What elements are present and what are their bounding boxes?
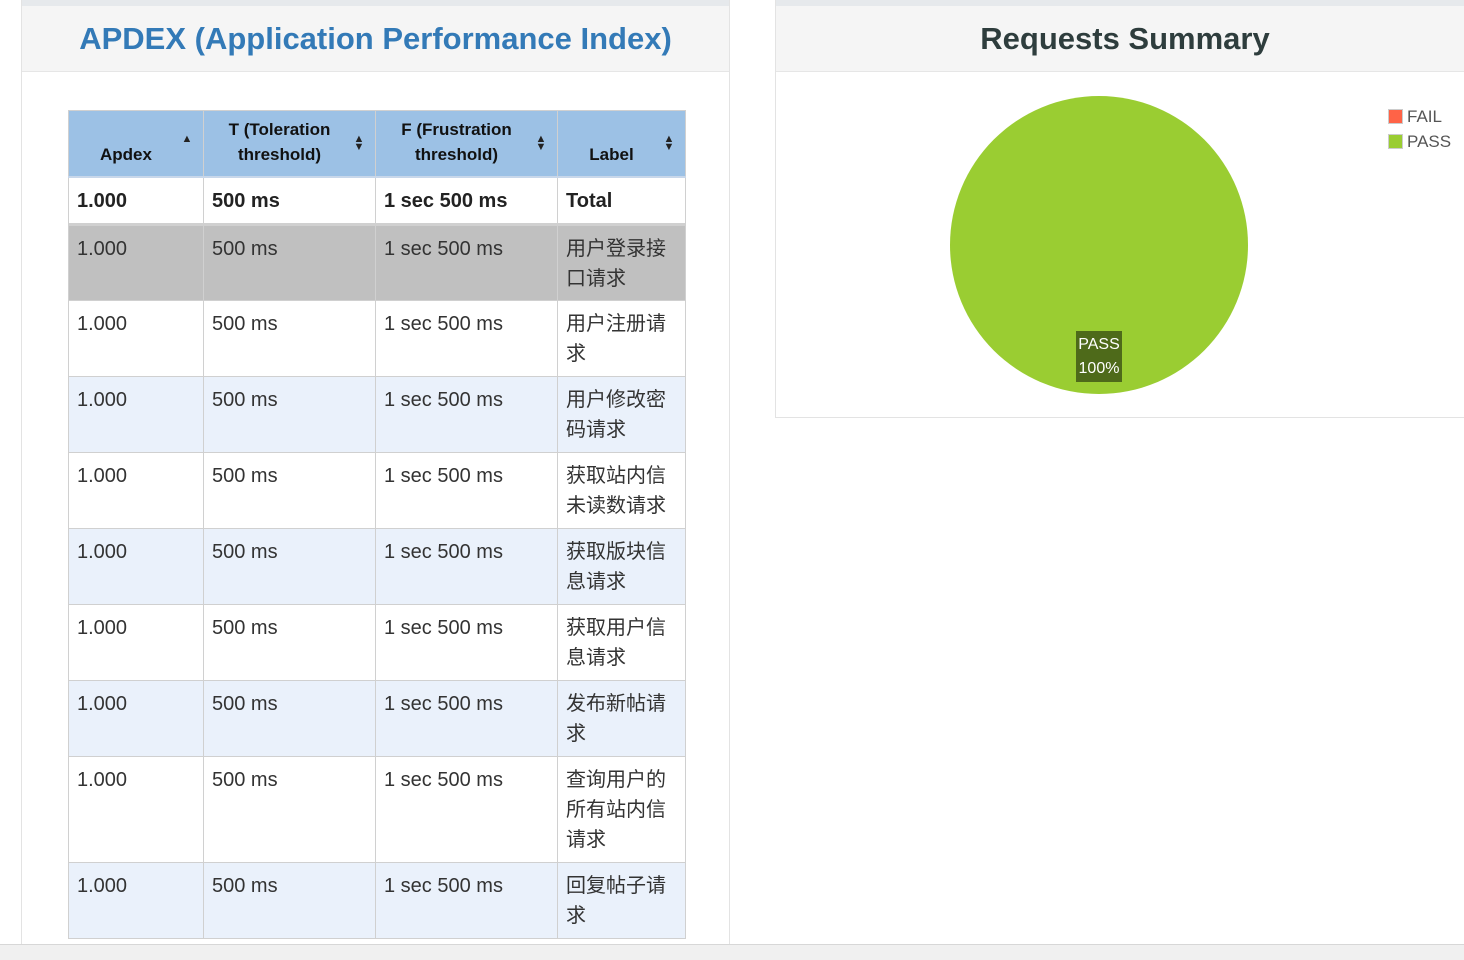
cell-label: 获取站内信未读数请求 — [557, 452, 686, 529]
pie-chart[interactable]: PASS 100% — [776, 72, 1464, 417]
horizontal-scrollbar[interactable] — [0, 944, 1464, 960]
apdex-panel-title[interactable]: APDEX (Application Performance Index) — [22, 6, 729, 72]
cell-toleration: 500 ms — [203, 224, 376, 301]
table-row[interactable]: 1.000 500 ms 1 sec 500 ms 用户注册请求 — [68, 300, 686, 377]
pie-data-label: PASS 100% — [1076, 331, 1122, 382]
cell-frustration: 1 sec 500 ms — [375, 376, 558, 453]
table-row[interactable]: 1.000 500 ms 1 sec 500 ms 用户修改密码请求 — [68, 376, 686, 453]
legend-label: PASS — [1407, 131, 1452, 151]
cell-apdex: 1.000 — [68, 176, 204, 226]
requests-summary-panel: Requests Summary PASS 100% FAIL PASS — [775, 0, 1464, 418]
pie-chart-area: PASS 100% FAIL PASS — [776, 72, 1464, 417]
cell-label: 用户修改密码请求 — [557, 376, 686, 453]
cell-label: Total — [557, 176, 686, 226]
sort-both-icon: ▲ ▼ — [535, 133, 547, 154]
column-header-label: Apdex — [100, 144, 152, 164]
legend-label: FAIL — [1407, 106, 1442, 126]
legend-swatch-pass — [1388, 134, 1403, 149]
cell-apdex: 1.000 — [68, 300, 204, 377]
cell-toleration: 500 ms — [203, 300, 376, 377]
apdex-panel: APDEX (Application Performance Index) Ap… — [21, 0, 730, 944]
sort-both-icon: ▲ ▼ — [663, 133, 675, 154]
column-header-apdex[interactable]: Apdex ▲ — [68, 110, 204, 178]
cell-apdex: 1.000 — [68, 756, 204, 863]
cell-toleration: 500 ms — [203, 452, 376, 529]
cell-toleration: 500 ms — [203, 176, 376, 226]
data-label-name: PASS — [1078, 336, 1120, 353]
cell-apdex: 1.000 — [68, 680, 204, 757]
cell-frustration: 1 sec 500 ms — [375, 300, 558, 377]
cell-apdex: 1.000 — [68, 224, 204, 301]
cell-apdex: 1.000 — [68, 528, 204, 605]
cell-frustration: 1 sec 500 ms — [375, 176, 558, 226]
legend-item-fail[interactable]: FAIL — [1388, 104, 1451, 129]
table-row[interactable]: 1.000 500 ms 1 sec 500 ms 获取用户信息请求 — [68, 604, 686, 681]
cell-label: 获取版块信息请求 — [557, 528, 686, 605]
column-header-label-col[interactable]: Label ▲ ▼ — [557, 110, 686, 178]
table-row[interactable]: 1.000 500 ms 1 sec 500 ms 发布新帖请求 — [68, 680, 686, 757]
table-row[interactable]: 1.000 500 ms 1 sec 500 ms 用户登录接口请求 — [68, 224, 686, 301]
column-header-frustration[interactable]: F (Frustration threshold) ▲ ▼ — [375, 110, 558, 178]
column-header-toleration[interactable]: T (Toleration threshold) ▲ ▼ — [203, 110, 376, 178]
table-row[interactable]: 1.000 500 ms 1 sec 500 ms 获取站内信未读数请求 — [68, 452, 686, 529]
column-header-label: F (Frustration threshold) — [401, 119, 512, 164]
cell-frustration: 1 sec 500 ms — [375, 680, 558, 757]
table-row[interactable]: 1.000 500 ms 1 sec 500 ms 回复帖子请求 — [68, 862, 686, 939]
cell-label: 用户注册请求 — [557, 300, 686, 377]
cell-toleration: 500 ms — [203, 376, 376, 453]
cell-apdex: 1.000 — [68, 452, 204, 529]
table-row[interactable]: 1.000 500 ms 1 sec 500 ms 获取版块信息请求 — [68, 528, 686, 605]
table-total-row: 1.000 500 ms 1 sec 500 ms Total — [68, 176, 686, 226]
cell-label: 用户登录接口请求 — [557, 224, 686, 301]
apdex-table: Apdex ▲ T (Toleration threshold) ▲ ▼ F (F… — [68, 110, 686, 939]
cell-apdex: 1.000 — [68, 604, 204, 681]
cell-frustration: 1 sec 500 ms — [375, 756, 558, 863]
cell-label: 发布新帖请求 — [557, 680, 686, 757]
cell-frustration: 1 sec 500 ms — [375, 862, 558, 939]
cell-frustration: 1 sec 500 ms — [375, 528, 558, 605]
legend-swatch-fail — [1388, 109, 1403, 124]
chart-legend: FAIL PASS — [1388, 104, 1451, 154]
cell-label: 获取用户信息请求 — [557, 604, 686, 681]
table-header-row: Apdex ▲ T (Toleration threshold) ▲ ▼ F (F… — [68, 110, 686, 178]
cell-apdex: 1.000 — [68, 862, 204, 939]
legend-item-pass[interactable]: PASS — [1388, 129, 1451, 154]
cell-toleration: 500 ms — [203, 756, 376, 863]
cell-toleration: 500 ms — [203, 680, 376, 757]
cell-toleration: 500 ms — [203, 604, 376, 681]
cell-frustration: 1 sec 500 ms — [375, 224, 558, 301]
data-label-percent: 100% — [1079, 360, 1120, 377]
cell-apdex: 1.000 — [68, 376, 204, 453]
column-header-label: Label — [589, 144, 634, 164]
cell-label: 回复帖子请求 — [557, 862, 686, 939]
cell-toleration: 500 ms — [203, 528, 376, 605]
cell-toleration: 500 ms — [203, 862, 376, 939]
sort-asc-icon: ▲ — [181, 133, 193, 146]
sort-both-icon: ▲ ▼ — [353, 133, 365, 154]
column-header-label: T (Toleration threshold) — [228, 119, 331, 164]
cell-frustration: 1 sec 500 ms — [375, 452, 558, 529]
requests-summary-title[interactable]: Requests Summary — [776, 6, 1464, 72]
cell-frustration: 1 sec 500 ms — [375, 604, 558, 681]
table-row[interactable]: 1.000 500 ms 1 sec 500 ms 查询用户的所有站内信请求 — [68, 756, 686, 863]
cell-label: 查询用户的所有站内信请求 — [557, 756, 686, 863]
